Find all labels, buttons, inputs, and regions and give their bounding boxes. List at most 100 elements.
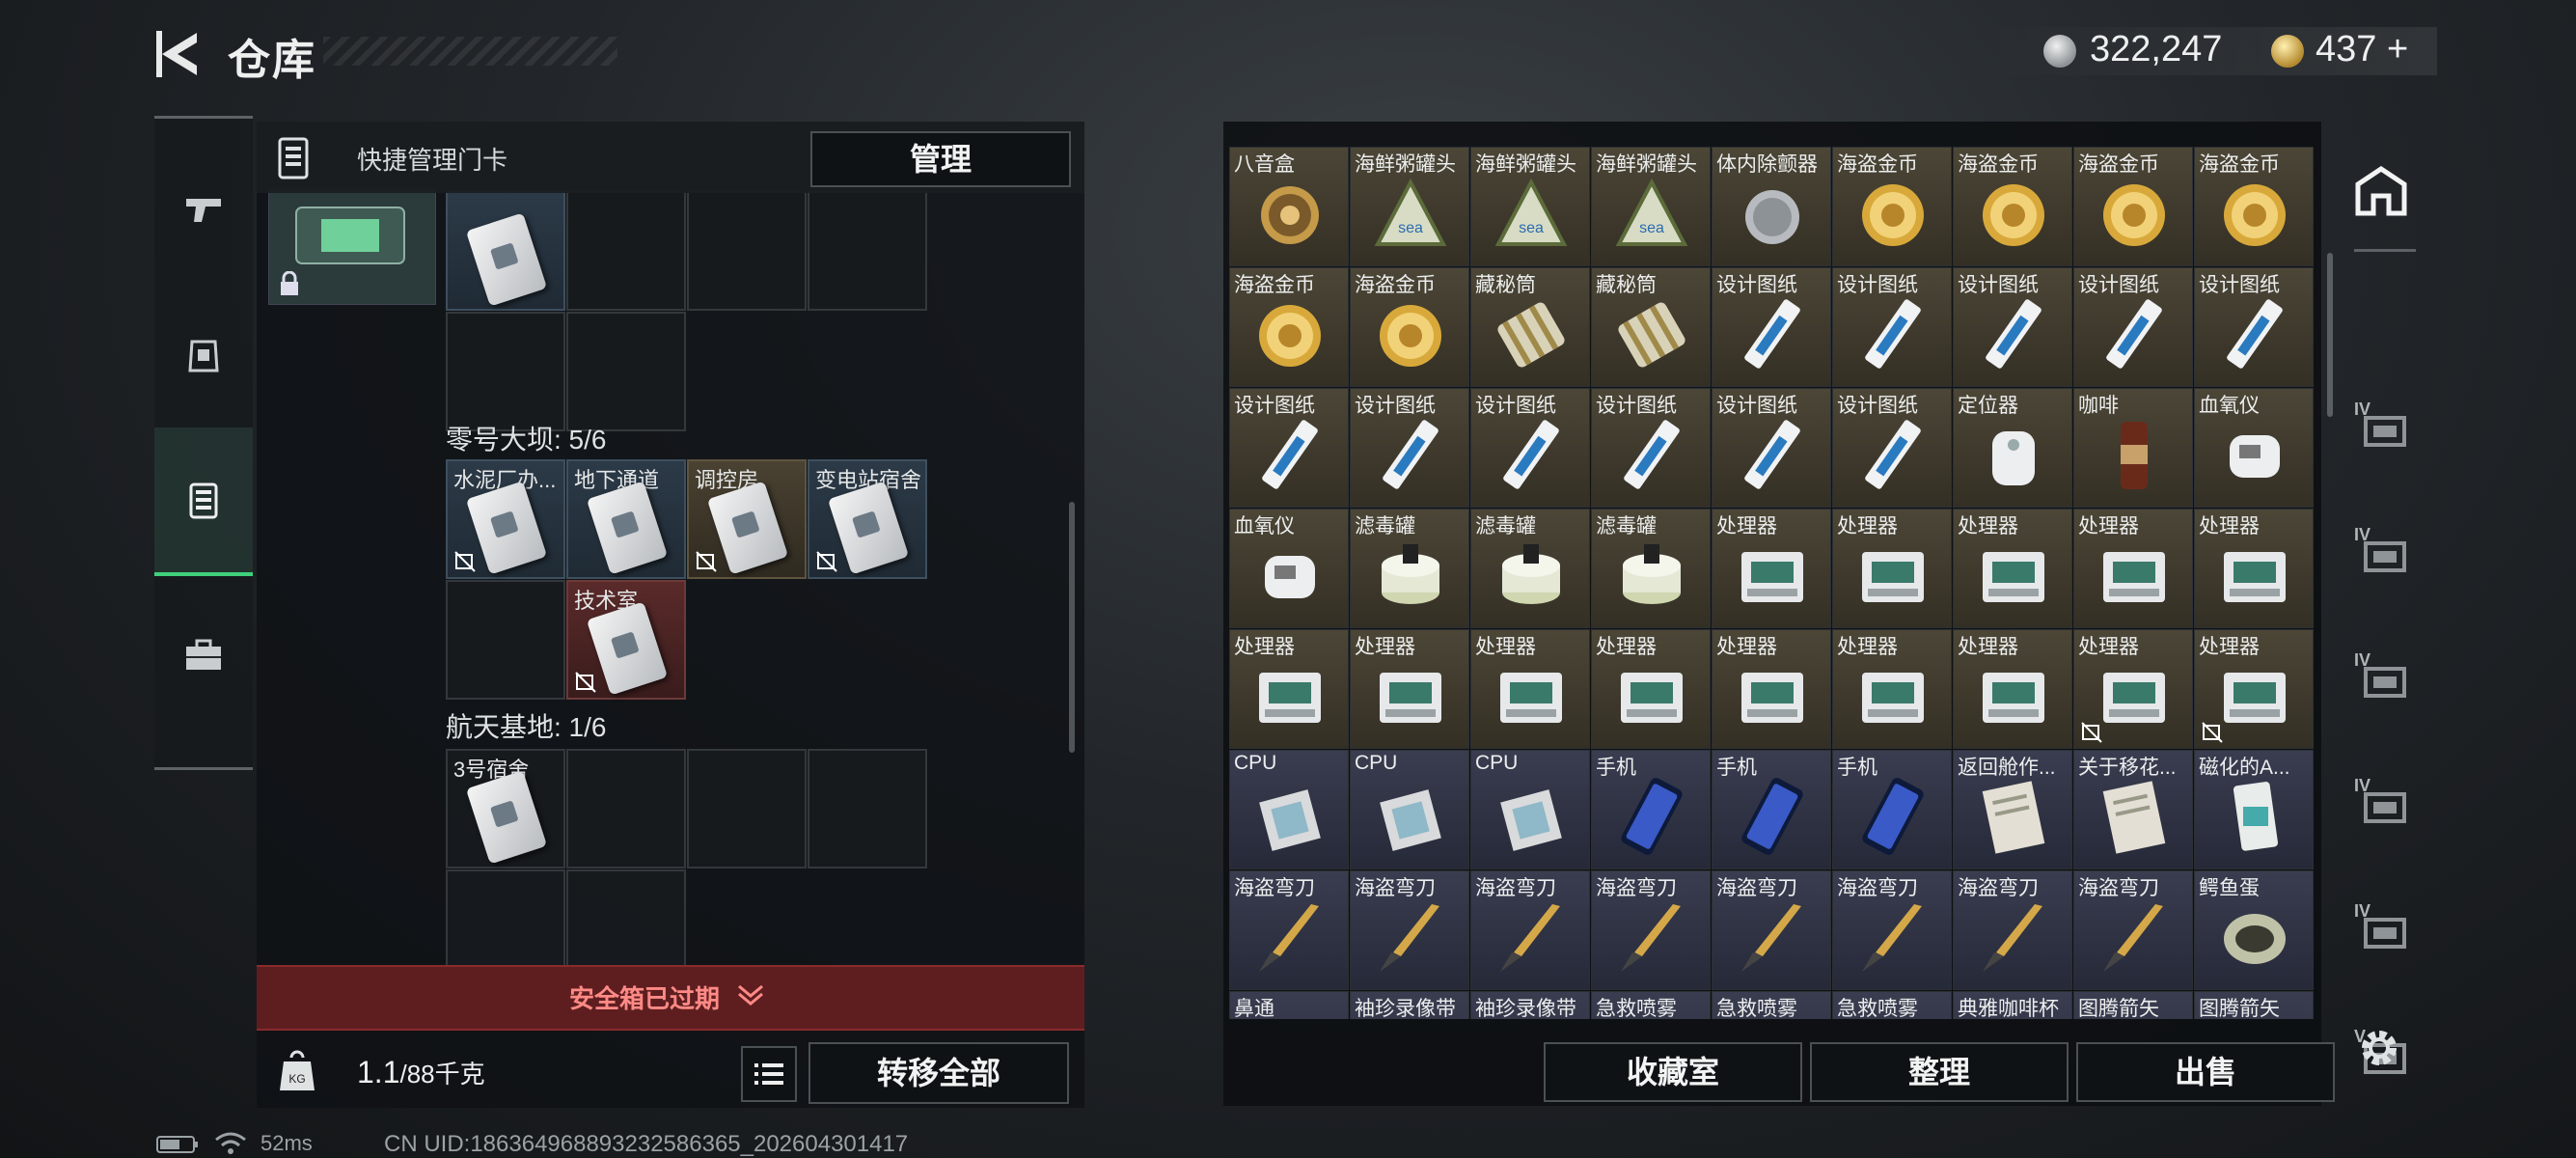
- stash-item[interactable]: 滤毒罐: [1470, 509, 1590, 628]
- keycard-slot[interactable]: [566, 191, 686, 311]
- stash-item[interactable]: 处理器: [1832, 629, 1952, 749]
- nav-equipment[interactable]: [154, 283, 253, 427]
- stash-item[interactable]: 处理器: [1229, 629, 1349, 749]
- stash-item[interactable]: 海盗金币: [1350, 267, 1469, 387]
- keycard-scrollbar[interactable]: [1069, 502, 1075, 753]
- stash-item[interactable]: 海盗金币: [1229, 267, 1349, 387]
- stash-item[interactable]: 海盗金币: [2073, 147, 2193, 266]
- chevron-down-icon[interactable]: [735, 982, 766, 1007]
- stash-item[interactable]: 海盗弯刀: [1832, 870, 1952, 990]
- stash-item[interactable]: 海盗弯刀: [1953, 870, 2072, 990]
- keycard-slot[interactable]: [808, 191, 927, 311]
- stash-item[interactable]: 手机: [1832, 750, 1952, 869]
- keycard-slot[interactable]: 调控房: [687, 459, 807, 579]
- tool-medkit[interactable]: IV: [2333, 865, 2429, 990]
- keycard-slot[interactable]: [446, 312, 565, 431]
- stash-item[interactable]: 定位器: [1953, 388, 2072, 508]
- stash-item[interactable]: 体内除颤器: [1712, 147, 1831, 266]
- sort-button[interactable]: 整理: [1810, 1042, 2069, 1102]
- stash-item[interactable]: 藏秘筒: [1591, 267, 1711, 387]
- stash-item[interactable]: 海盗弯刀: [2073, 870, 2193, 990]
- stash-item[interactable]: 处理器: [2073, 509, 2193, 628]
- keycard-slot[interactable]: 变电站宿舍: [808, 459, 927, 579]
- stash-item[interactable]: 袖珍录像带: [1470, 991, 1590, 1019]
- back-icon[interactable]: [154, 27, 203, 81]
- stash-item[interactable]: 设计图纸: [2194, 267, 2314, 387]
- tool-home[interactable]: [2333, 129, 2429, 255]
- stash-item[interactable]: 急救喷雾: [1832, 991, 1952, 1019]
- stash-item[interactable]: 设计图纸: [1953, 267, 2072, 387]
- stash-item[interactable]: 海盗弯刀: [1229, 870, 1349, 990]
- nav-keycards[interactable]: [154, 427, 253, 576]
- stash-item[interactable]: 急救喷雾: [1591, 991, 1711, 1019]
- stash-item[interactable]: 血氧仪: [1229, 509, 1349, 628]
- stash-item[interactable]: 典雅咖啡杯: [1953, 991, 2072, 1019]
- transfer-all-button[interactable]: 转移全部: [808, 1042, 1069, 1104]
- stash-item[interactable]: 海鲜粥罐头 sea: [1350, 147, 1469, 266]
- stash-item[interactable]: 返回舱作...: [1953, 750, 2072, 869]
- stash-item[interactable]: 手机: [1712, 750, 1831, 869]
- stash-item[interactable]: CPU: [1470, 750, 1590, 869]
- stash-item[interactable]: 鳄鱼蛋: [2194, 870, 2314, 990]
- stash-item[interactable]: 设计图纸: [1470, 388, 1590, 508]
- gear-icon[interactable]: [2354, 1023, 2404, 1073]
- stash-item[interactable]: CPU: [1229, 750, 1349, 869]
- stash-item[interactable]: 袖珍录像带: [1350, 991, 1469, 1019]
- stash-item[interactable]: 海盗金币: [1832, 147, 1952, 266]
- stash-item[interactable]: 手机: [1591, 750, 1711, 869]
- stash-item[interactable]: 图腾箭矢: [2194, 991, 2314, 1019]
- stash-item[interactable]: 处理器: [1953, 629, 2072, 749]
- keycard-slot[interactable]: [446, 580, 565, 700]
- stash-item[interactable]: 处理器: [1832, 509, 1952, 628]
- stash-item[interactable]: 海盗金币: [2194, 147, 2314, 266]
- nav-toolbox[interactable]: [154, 582, 253, 727]
- keycard-slot[interactable]: [687, 191, 807, 311]
- stash-item[interactable]: 鼻通: [1229, 991, 1349, 1019]
- keycard-slot[interactable]: 3号宿舍: [446, 749, 565, 868]
- stash-item[interactable]: 设计图纸: [1832, 388, 1952, 508]
- list-view-button[interactable]: [741, 1046, 797, 1102]
- stash-item[interactable]: 海盗金币: [1953, 147, 2072, 266]
- keycard-holder-thumbnail[interactable]: [268, 189, 436, 305]
- gold-add-icon[interactable]: +: [2387, 29, 2408, 69]
- stash-item[interactable]: 设计图纸: [1712, 267, 1831, 387]
- stash-item[interactable]: 设计图纸: [1832, 267, 1952, 387]
- stash-item[interactable]: 处理器: [1350, 629, 1469, 749]
- stash-item[interactable]: 处理器: [1470, 629, 1590, 749]
- keycard-slot[interactable]: 地下通道: [566, 459, 686, 579]
- stash-item[interactable]: 处理器: [1712, 629, 1831, 749]
- stash-item[interactable]: 处理器: [1712, 509, 1831, 628]
- stash-item[interactable]: 八音盒: [1229, 147, 1349, 266]
- keycard-slot[interactable]: [566, 749, 686, 868]
- stash-item[interactable]: 设计图纸: [1229, 388, 1349, 508]
- stash-item[interactable]: 处理器: [2194, 629, 2314, 749]
- stash-item[interactable]: 藏秘筒: [1470, 267, 1590, 387]
- stash-item[interactable]: 图腾箭矢: [2073, 991, 2193, 1019]
- tool-armor[interactable]: IV: [2333, 739, 2429, 865]
- stash-item[interactable]: 设计图纸: [1350, 388, 1469, 508]
- stash-item[interactable]: 磁化的A...: [2194, 750, 2314, 869]
- stash-item[interactable]: 海盗弯刀: [1470, 870, 1590, 990]
- tool-folder[interactable]: IV: [2333, 363, 2429, 488]
- tool-weapon[interactable]: IV: [2333, 488, 2429, 614]
- stash-item[interactable]: 设计图纸: [2073, 267, 2193, 387]
- keycard-slot[interactable]: [687, 749, 807, 868]
- stash-item[interactable]: 处理器: [1953, 509, 2072, 628]
- stash-item[interactable]: 滤毒罐: [1591, 509, 1711, 628]
- collection-room-button[interactable]: 收藏室: [1544, 1042, 1802, 1102]
- keycard-slot[interactable]: [566, 312, 686, 431]
- tool-medical[interactable]: IV: [2333, 614, 2429, 739]
- stash-item[interactable]: 处理器: [2194, 509, 2314, 628]
- stash-item[interactable]: 设计图纸: [1591, 388, 1711, 508]
- stash-item[interactable]: 急救喷雾: [1712, 991, 1831, 1019]
- stash-item[interactable]: 关于移花...: [2073, 750, 2193, 869]
- stash-item[interactable]: 海鲜粥罐头 sea: [1470, 147, 1590, 266]
- manage-button[interactable]: 管理: [810, 131, 1071, 187]
- stash-item[interactable]: 血氧仪: [2194, 388, 2314, 508]
- stash-item[interactable]: 滤毒罐: [1350, 509, 1469, 628]
- stash-item[interactable]: 海盗弯刀: [1712, 870, 1831, 990]
- stash-item[interactable]: 设计图纸: [1712, 388, 1831, 508]
- keycard-slot[interactable]: [808, 749, 927, 868]
- gold-balance[interactable]: 437 +: [2316, 29, 2408, 70]
- stash-item[interactable]: 咖啡: [2073, 388, 2193, 508]
